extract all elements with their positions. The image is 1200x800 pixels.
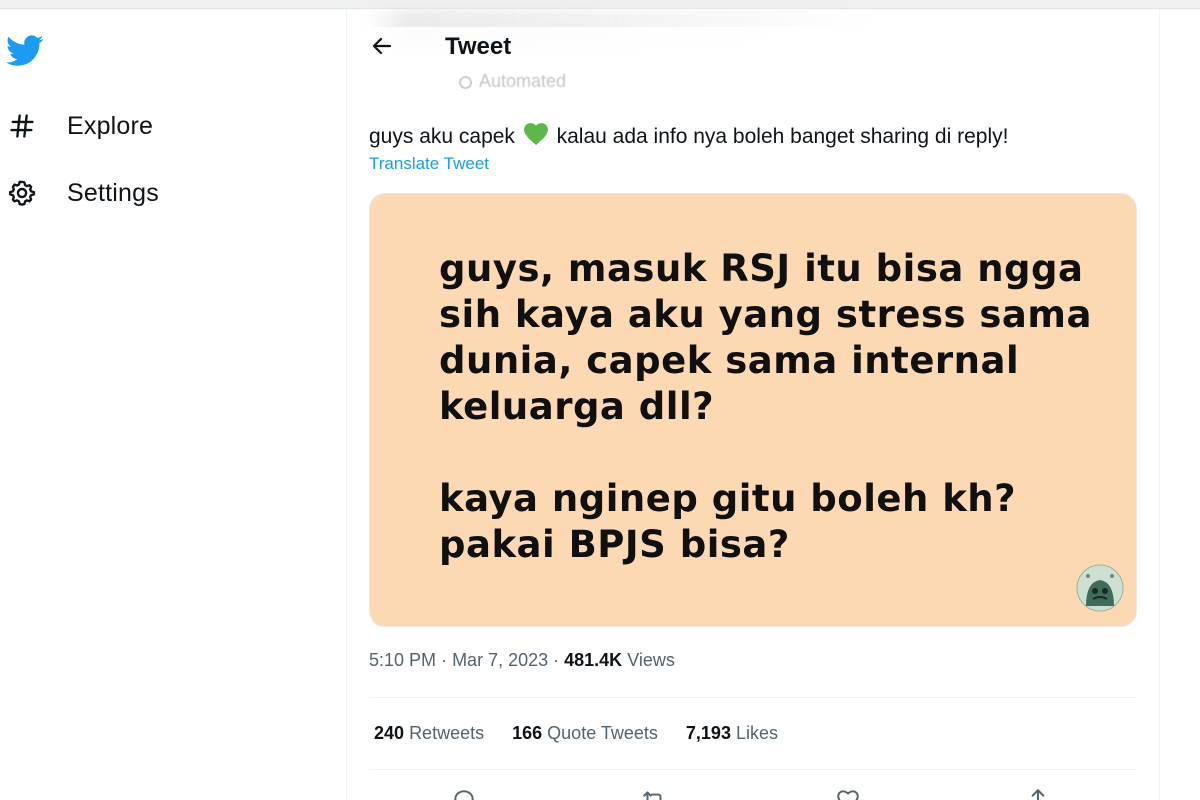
share-icon[interactable] — [1025, 787, 1051, 800]
green-heart-icon — [523, 122, 549, 152]
tweet-image[interactable]: guys, masuk RSJ itu bisa ngga sih kaya a… — [369, 193, 1137, 627]
page-title: Tweet — [445, 33, 512, 60]
quote-tweets-stat[interactable]: 166 Quote Tweets — [512, 723, 658, 744]
image-text-line: guys, masuk RSJ itu bisa ngga — [439, 247, 1084, 290]
image-text-line: keluarga dll? — [439, 385, 715, 428]
translate-tweet-link[interactable]: Translate Tweet — [369, 154, 489, 174]
page-header: Tweet — [347, 27, 1159, 73]
image-caption: guys, masuk RSJ itu bisa ngga sih kaya a… — [439, 246, 1099, 568]
like-icon[interactable] — [835, 787, 861, 800]
tweet-actions — [369, 785, 1137, 800]
reply-icon[interactable] — [451, 787, 477, 800]
quote-tweets-label: Quote Tweets — [547, 723, 658, 743]
sidebar-item-settings[interactable]: Settings — [6, 173, 159, 213]
retweets-stat[interactable]: 240 Retweets — [374, 723, 484, 744]
image-text-line: kaya nginep gitu boleh kh? — [439, 477, 1017, 520]
automated-icon — [459, 76, 472, 89]
tweet-text: guys aku capek kalau ada info nya boleh … — [369, 122, 1008, 152]
hashtag-icon — [6, 110, 38, 142]
retweet-icon[interactable] — [641, 787, 667, 800]
image-text-line: pakai BPJS bisa? — [439, 523, 790, 566]
automated-label: Automated — [479, 71, 567, 91]
quote-tweets-count: 166 — [512, 723, 543, 743]
arrow-left-icon — [372, 37, 392, 55]
tweet-time[interactable]: 5:10 PM — [369, 650, 436, 670]
avatar — [1076, 564, 1124, 612]
sidebar-item-label: Settings — [67, 178, 159, 207]
tweet-metadata: 5:10 PM · Mar 7, 2023 · 481.4K Views — [369, 650, 675, 670]
browser-top-strip — [0, 0, 1200, 9]
views-label: Views — [627, 650, 675, 670]
gear-icon — [6, 177, 38, 209]
views-count: 481.4K — [564, 650, 623, 670]
retweets-label: Retweets — [409, 723, 485, 743]
likes-label: Likes — [735, 723, 778, 743]
twitter-bird-icon[interactable] — [5, 35, 44, 67]
image-text-line: dunia, capek sama internal — [439, 339, 1020, 382]
retweets-count: 240 — [374, 723, 405, 743]
tweet-date[interactable]: Mar 7, 2023 — [452, 650, 548, 670]
sidebar-item-label: Explore — [67, 111, 154, 140]
tweet-text-start: guys aku capek — [369, 125, 515, 148]
divider — [369, 697, 1137, 698]
tweet-text-end: kalau ada info nya boleh banget sharing … — [556, 125, 1009, 148]
divider — [369, 769, 1137, 770]
image-text-line: sih kaya aku yang stress sama — [439, 293, 1092, 336]
column-divider — [1159, 9, 1160, 800]
sidebar: Explore Settings — [0, 9, 346, 800]
tweet-stats: 240 Retweets 166 Quote Tweets 7,193 Like… — [374, 723, 806, 744]
back-button[interactable] — [367, 31, 397, 61]
likes-stat[interactable]: 7,193 Likes — [686, 723, 778, 744]
tweet-detail-column: Automated Tweet guys aku capek kalau ada… — [347, 9, 1159, 800]
sidebar-item-explore[interactable]: Explore — [6, 106, 153, 146]
likes-count: 7,193 — [685, 723, 731, 743]
